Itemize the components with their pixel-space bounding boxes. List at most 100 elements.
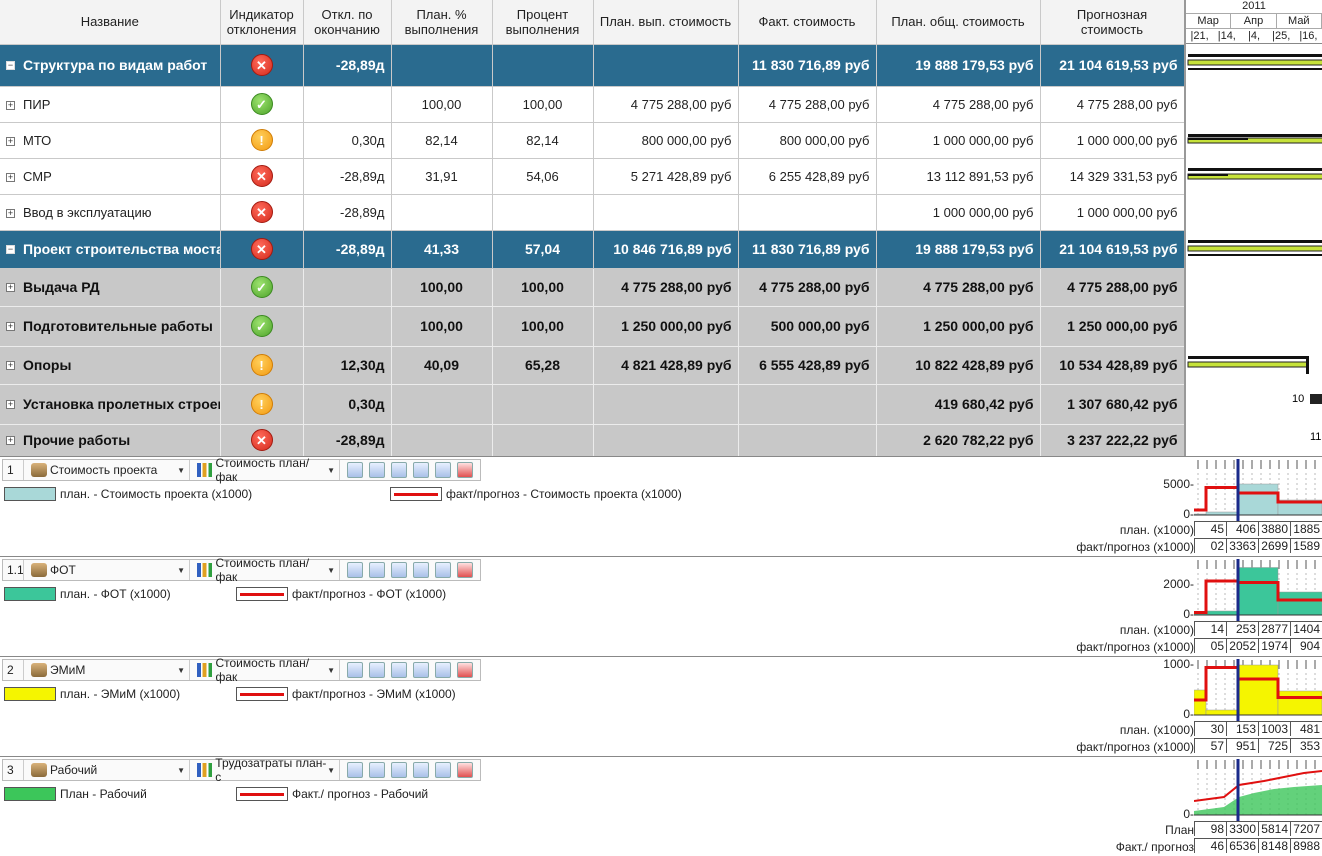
- layout-icon[interactable]: [391, 562, 407, 578]
- gantt-chart[interactable]: 2011 Мар Апр Май |21, |14, |4, |25, |16, 10 11: [1184, 0, 1322, 456]
- table-row[interactable]: + Прочие работы ✕ -28,89д 2 620 782,22 руб 3 …: [0, 424, 1185, 457]
- task-name-cell[interactable]: + Выдача РД: [0, 268, 221, 307]
- gantt-task-bar[interactable]: [1310, 394, 1322, 404]
- gantt-baseline-bar[interactable]: [1188, 254, 1322, 256]
- resource-select[interactable]: ЭМиМ ▼: [23, 660, 189, 680]
- gantt-baseline-bar[interactable]: [1188, 240, 1322, 243]
- expand-icon[interactable]: +: [6, 172, 15, 182]
- gantt-progress-bar[interactable]: [1188, 174, 1228, 176]
- expand-icon[interactable]: +: [6, 136, 15, 146]
- gantt-baseline-bar[interactable]: [1188, 54, 1322, 57]
- resource-select[interactable]: ФОТ ▼: [23, 560, 189, 580]
- expand-icon[interactable]: +: [6, 100, 15, 110]
- resource-histogram[interactable]: [1194, 659, 1322, 721]
- export-icon[interactable]: [347, 662, 363, 678]
- gantt-baseline-bar[interactable]: [1188, 356, 1308, 359]
- layout-icon[interactable]: [391, 462, 407, 478]
- task-name-cell[interactable]: + Ввод в эксплуатацию: [0, 194, 221, 231]
- gantt-baseline-bar[interactable]: [1188, 68, 1322, 70]
- column-header-deviation[interactable]: Откл. по окончанию: [303, 0, 392, 45]
- expand-icon[interactable]: +: [6, 322, 15, 332]
- column-header-plan-percent[interactable]: План. % выполнения: [391, 0, 493, 45]
- gantt-baseline-bar[interactable]: [1188, 168, 1322, 171]
- chevron-down-icon[interactable]: ▼: [177, 766, 185, 775]
- chart-view-icon[interactable]: [413, 762, 429, 778]
- task-name-cell[interactable]: + СМР: [0, 158, 221, 195]
- bar-chart-icon[interactable]: [435, 762, 451, 778]
- delete-chart-icon[interactable]: [457, 462, 473, 478]
- resource-histogram[interactable]: [1194, 459, 1322, 521]
- task-name-cell[interactable]: − Структура по видам работ: [0, 44, 221, 87]
- chevron-down-icon[interactable]: ▼: [177, 566, 185, 575]
- chevron-down-icon[interactable]: ▼: [327, 566, 335, 575]
- task-name-cell[interactable]: + Установка пролетных строений: [0, 384, 221, 425]
- collapse-icon[interactable]: −: [6, 61, 15, 71]
- table-row[interactable]: + МТО! 0,30д 82,14 82,14 800 000,00 руб 800 00…: [0, 122, 1185, 159]
- bar-chart-icon[interactable]: [435, 662, 451, 678]
- delete-chart-icon[interactable]: [457, 562, 473, 578]
- mode-select[interactable]: Стоимость план/фак ▼: [189, 456, 339, 484]
- mode-select[interactable]: Стоимость план/фак ▼: [189, 556, 339, 584]
- table-row[interactable]: − Проект строительства моста ✕ -28,89д 41,33…: [0, 230, 1185, 269]
- mode-select[interactable]: Трудозатраты план-с ▼: [189, 756, 339, 784]
- bar-chart-icon[interactable]: [435, 462, 451, 478]
- expand-icon[interactable]: +: [6, 283, 15, 293]
- resource-histogram[interactable]: [1194, 759, 1322, 821]
- column-header-indicator[interactable]: Индикатор отклонения: [220, 0, 304, 45]
- column-header-percent[interactable]: Процент выполнения: [492, 0, 594, 45]
- chevron-down-icon[interactable]: ▼: [177, 666, 185, 675]
- delete-chart-icon[interactable]: [457, 762, 473, 778]
- column-header-name[interactable]: Название: [0, 0, 221, 45]
- table-row[interactable]: − Структура по видам работ ✕ -28,89д 11 830 …: [0, 44, 1185, 87]
- chart-view-icon[interactable]: [413, 562, 429, 578]
- expand-icon[interactable]: +: [6, 400, 15, 410]
- gantt-progress-bar[interactable]: [1188, 138, 1248, 140]
- chevron-down-icon[interactable]: ▼: [327, 466, 335, 475]
- expand-icon[interactable]: +: [6, 436, 15, 446]
- task-name-cell[interactable]: + МТО: [0, 122, 221, 159]
- column-header-plan-cost[interactable]: План. вып. стоимость: [593, 0, 739, 45]
- resource-select[interactable]: Рабочий ▼: [23, 760, 189, 780]
- expand-icon[interactable]: +: [6, 361, 15, 371]
- gantt-arrow[interactable]: [1306, 356, 1309, 374]
- edit-chart-icon[interactable]: [369, 762, 385, 778]
- task-name-cell[interactable]: + Опоры: [0, 346, 221, 385]
- resource-select[interactable]: Стоимость проекта ▼: [23, 460, 189, 480]
- gantt-task-bar[interactable]: [1187, 245, 1322, 252]
- edit-chart-icon[interactable]: [369, 662, 385, 678]
- layout-icon[interactable]: [391, 662, 407, 678]
- export-icon[interactable]: [347, 462, 363, 478]
- table-row[interactable]: + ПИР ✓ 100,00 100,00 4 775 288,00 руб 4 775 2…: [0, 86, 1185, 123]
- table-row[interactable]: + Опоры! 12,30д 40,09 65,28 4 821 428,89 руб 6…: [0, 346, 1185, 385]
- gantt-task-bar[interactable]: [1187, 59, 1322, 66]
- gantt-bars[interactable]: 10 11: [1186, 44, 1322, 456]
- edit-chart-icon[interactable]: [369, 462, 385, 478]
- chevron-down-icon[interactable]: ▼: [177, 466, 185, 475]
- chevron-down-icon[interactable]: ▼: [327, 666, 335, 675]
- chevron-down-icon[interactable]: ▼: [327, 766, 335, 775]
- column-header-fact-cost[interactable]: Факт. стоимость: [738, 0, 877, 45]
- gantt-baseline-bar[interactable]: [1188, 134, 1322, 137]
- resource-histogram[interactable]: [1194, 559, 1322, 621]
- column-header-forecast[interactable]: Прогнозная стоимость: [1040, 0, 1185, 45]
- chart-view-icon[interactable]: [413, 462, 429, 478]
- task-name-cell[interactable]: + Прочие работы: [0, 424, 221, 457]
- collapse-icon[interactable]: −: [6, 245, 15, 255]
- gantt-task-bar[interactable]: [1187, 361, 1309, 368]
- export-icon[interactable]: [347, 562, 363, 578]
- task-name-cell[interactable]: + Подготовительные работы: [0, 306, 221, 347]
- bar-chart-icon[interactable]: [435, 562, 451, 578]
- edit-chart-icon[interactable]: [369, 562, 385, 578]
- layout-icon[interactable]: [391, 762, 407, 778]
- table-row[interactable]: + Установка пролетных строений! 0,30д 419 6…: [0, 384, 1185, 425]
- delete-chart-icon[interactable]: [457, 662, 473, 678]
- expand-icon[interactable]: +: [6, 208, 15, 218]
- table-row[interactable]: + Выдача РД ✓ 100,00 100,00 4 775 288,00 руб 4…: [0, 268, 1185, 307]
- table-row[interactable]: + Ввод в эксплуатацию ✕ -28,89д 1 000 000,00…: [0, 194, 1185, 231]
- table-row[interactable]: + СМР ✕ -28,89д 31,91 54,06 5 271 428,89 руб 6 …: [0, 158, 1185, 195]
- table-row[interactable]: + Подготовительные работы ✓ 100,00 100,00 1 2…: [0, 306, 1185, 347]
- export-icon[interactable]: [347, 762, 363, 778]
- chart-view-icon[interactable]: [413, 662, 429, 678]
- column-header-plan-total[interactable]: План. общ. стоимость: [876, 0, 1041, 45]
- task-name-cell[interactable]: − Проект строительства моста: [0, 230, 221, 269]
